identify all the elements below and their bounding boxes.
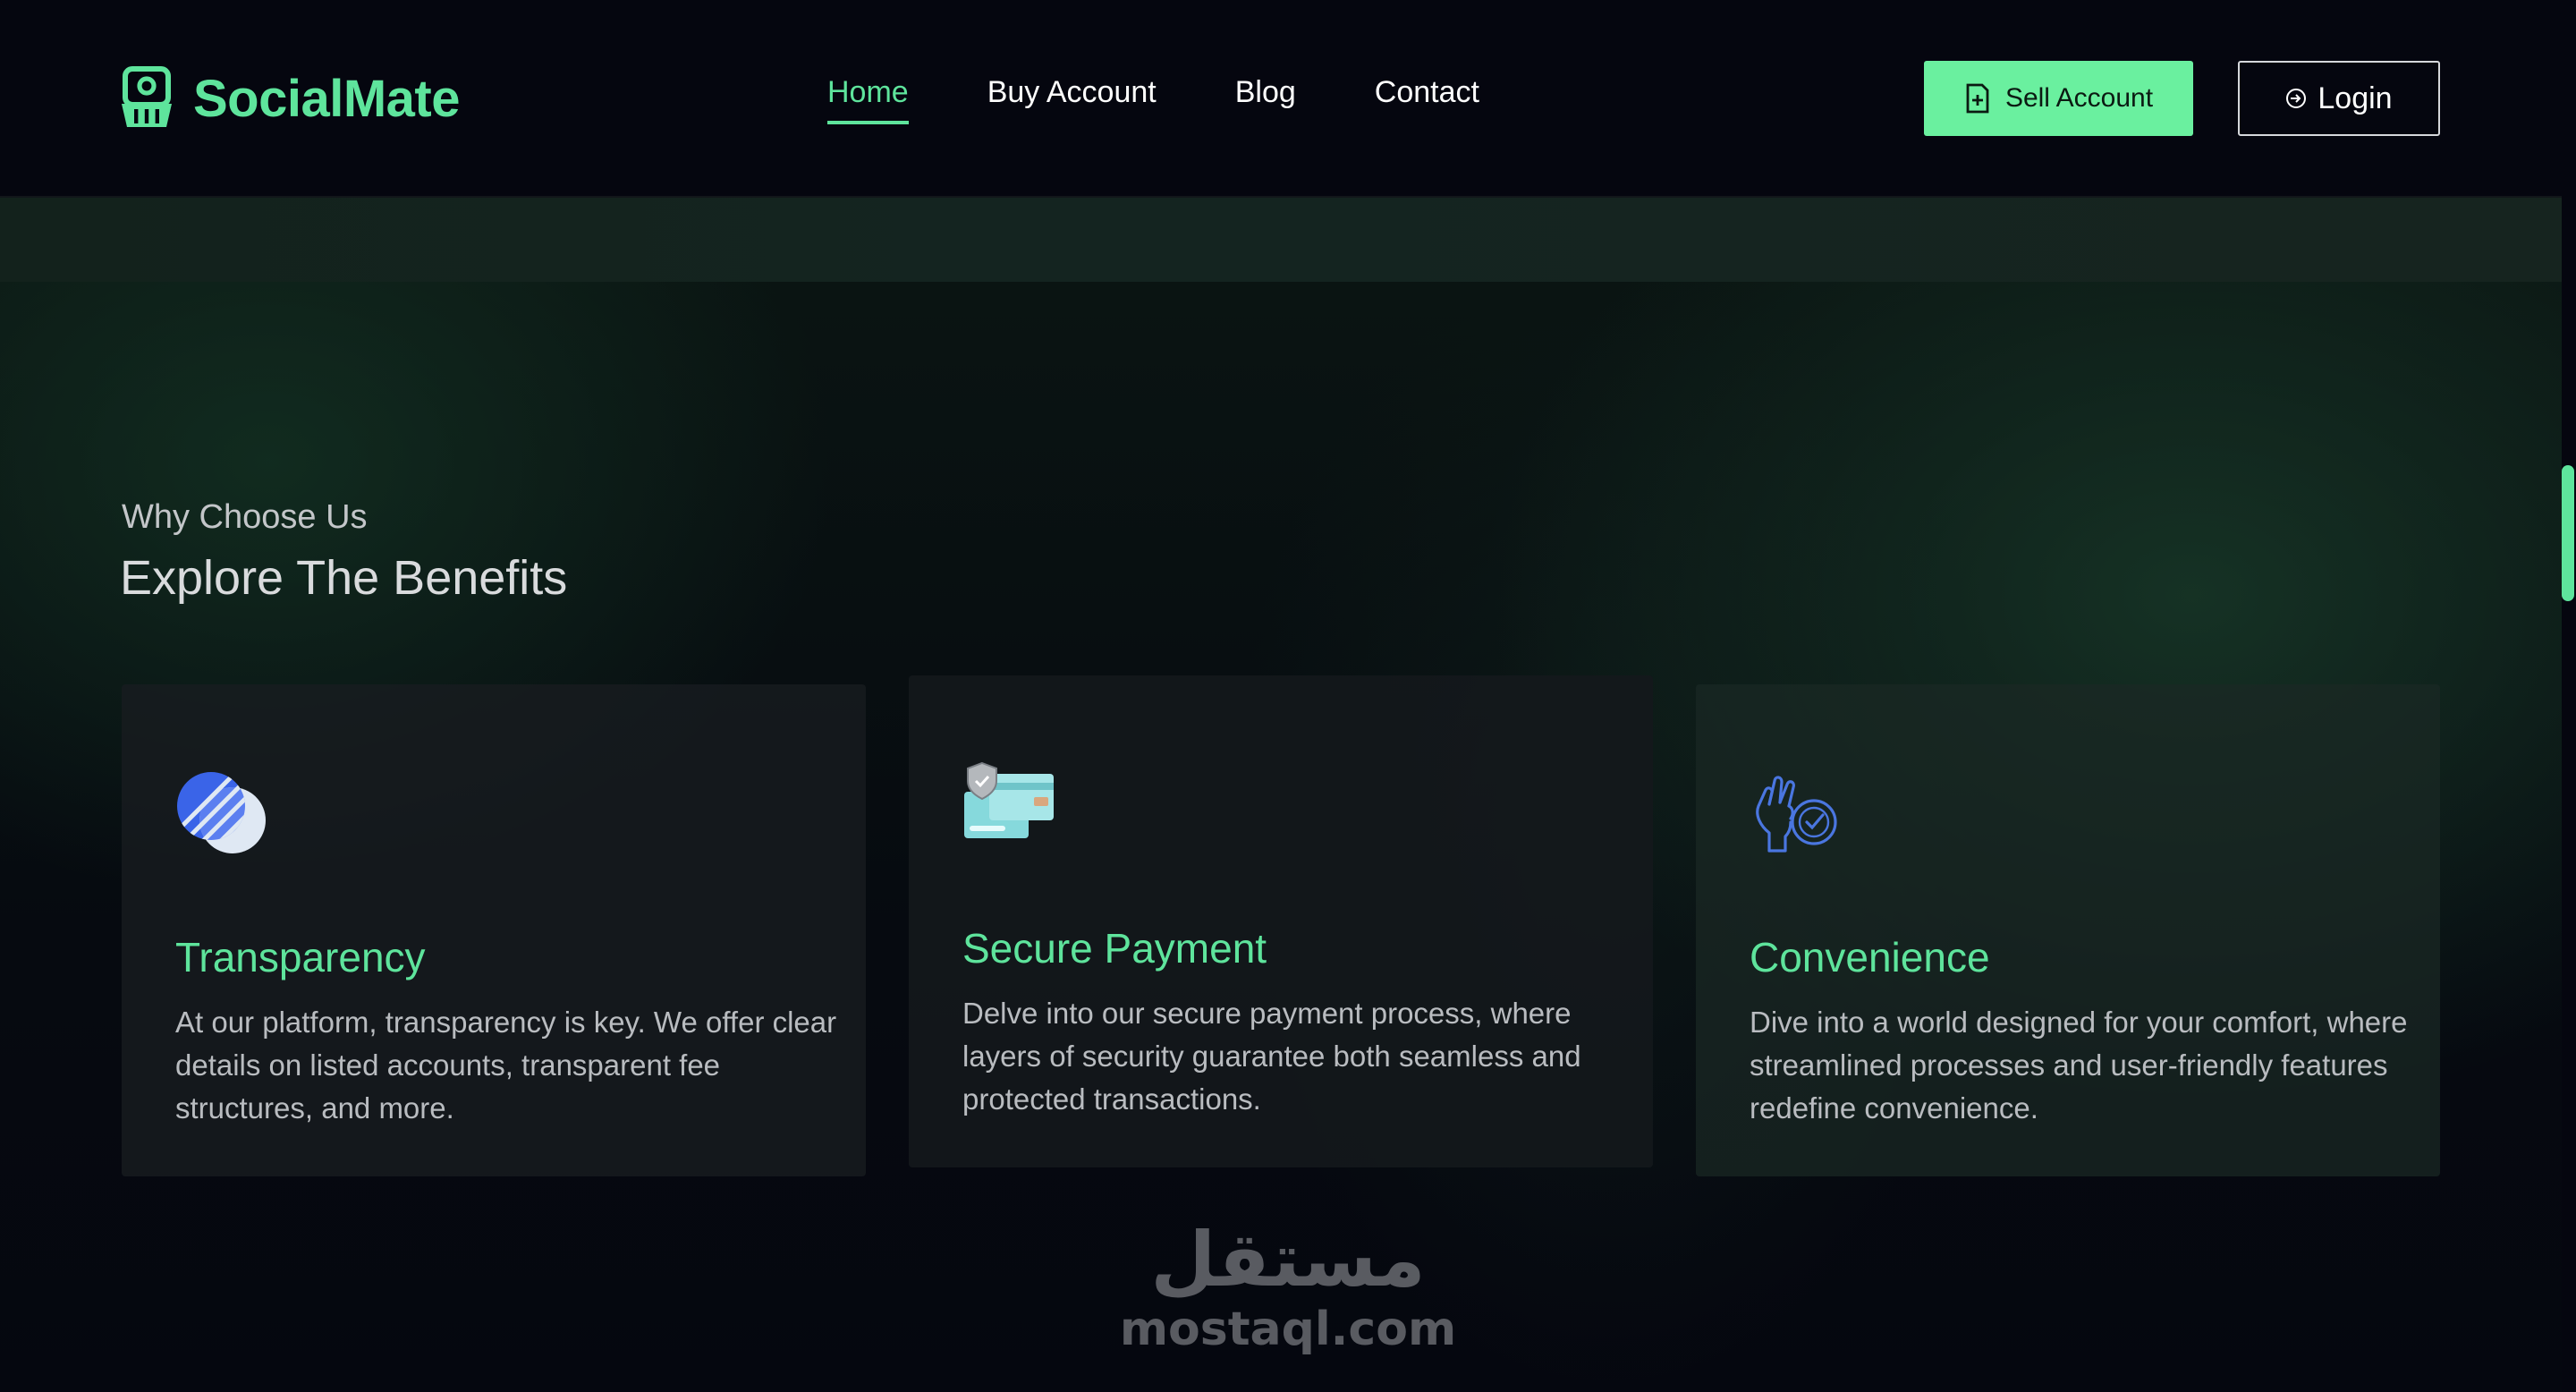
nav-blog[interactable]: Blog (1235, 75, 1296, 124)
secure-payment-icon (964, 761, 1054, 838)
brand-name: SocialMate (193, 69, 461, 128)
transparency-icon (177, 772, 266, 853)
convenience-icon (1756, 776, 1837, 853)
scrollbar-thumb[interactable] (2562, 465, 2574, 601)
basket-logo-icon (122, 66, 172, 127)
login-button[interactable]: Login (2238, 61, 2440, 136)
login-label: Login (2318, 81, 2393, 115)
login-icon (2286, 89, 2307, 108)
nav-home[interactable]: Home (827, 75, 909, 124)
scrollbar-track[interactable] (2562, 0, 2576, 1392)
benefit-card-transparency: Transparency At our platform, transparen… (122, 684, 866, 1176)
benefit-card-secure-payment: Secure Payment Delve into our secure pay… (909, 675, 1653, 1167)
card-description: At our platform, transparency is key. We… (175, 1006, 837, 1125)
card-title: Secure Payment (962, 925, 1267, 972)
section-heading: Explore The Benefits (120, 551, 568, 605)
main-nav: Home Buy Account Blog Contact (827, 75, 1479, 124)
add-document-icon (1966, 83, 1989, 114)
card-title: Convenience (1750, 934, 1990, 980)
benefit-card-convenience: Convenience Dive into a world designed f… (1696, 684, 2440, 1176)
brand-logo[interactable]: SocialMate (120, 66, 461, 131)
mostaql-watermark: مستقل mostaql.com (1109, 1217, 1467, 1356)
hero-bottom-strip (0, 198, 2562, 282)
card-title: Transparency (175, 934, 426, 980)
card-description: Dive into a world designed for your comf… (1750, 1006, 2408, 1125)
nav-contact[interactable]: Contact (1375, 75, 1479, 124)
sell-account-label: Sell Account (2004, 83, 2154, 113)
watermark-arabic: مستقل (1150, 1216, 1426, 1303)
nav-buy-account[interactable]: Buy Account (987, 75, 1157, 124)
sell-account-button[interactable]: Sell Account (1924, 61, 2193, 136)
section-eyebrow: Why Choose Us (122, 498, 368, 536)
card-description: Delve into our secure payment process, w… (962, 997, 1581, 1116)
site-header: SocialMate Home Buy Account Blog Contact… (0, 0, 2562, 198)
watermark-latin: mostaql.com (1119, 1303, 1457, 1356)
